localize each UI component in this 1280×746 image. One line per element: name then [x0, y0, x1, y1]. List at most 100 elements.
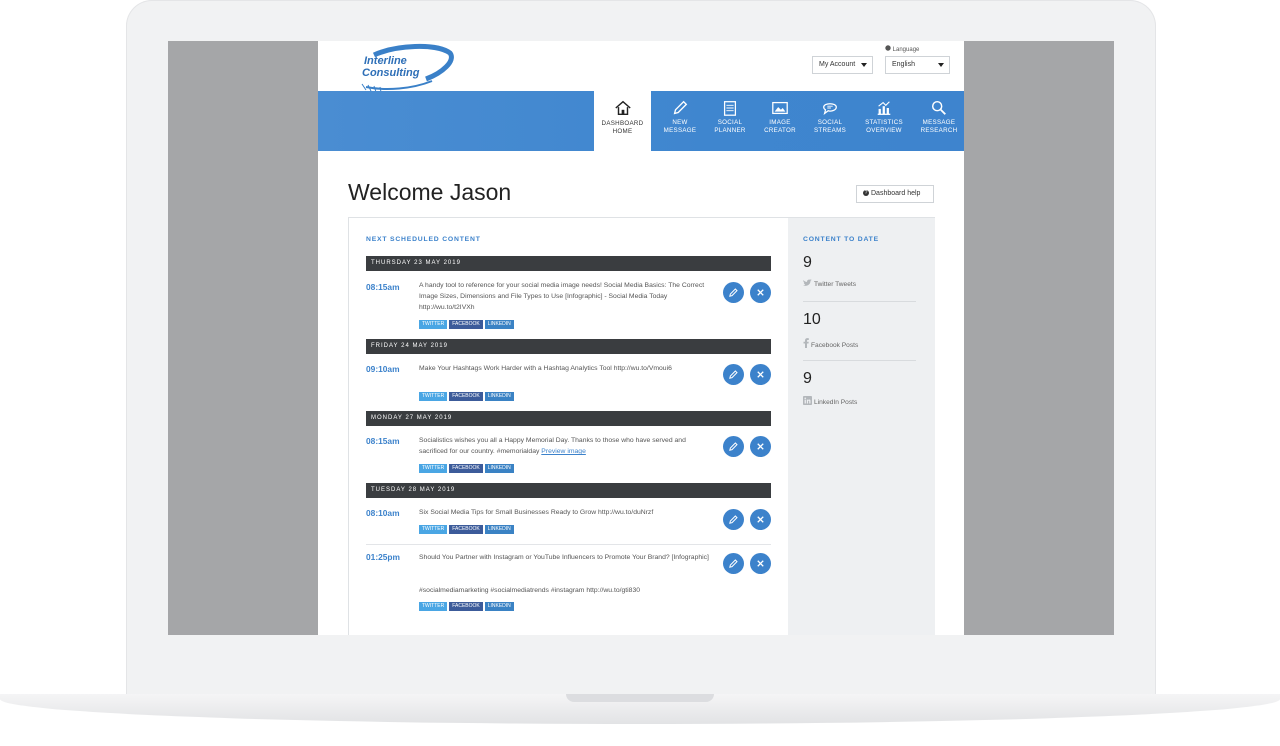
laptop-screen: Interline Consulting My Account Language…: [168, 41, 1114, 635]
linkedin-count: 9: [803, 370, 812, 387]
pencil-icon: [729, 288, 738, 297]
entry-tags: TWITTER FACEBOOK LINKEDIN: [419, 602, 516, 611]
pencil-icon: [729, 442, 738, 451]
content-to-date-title: CONTENT TO DATE: [803, 236, 879, 243]
facebook-icon: [803, 338, 809, 348]
pencil-icon: [729, 370, 738, 379]
nav-image-creator[interactable]: IMAGE CREATOR: [755, 91, 805, 151]
edit-button[interactable]: [723, 553, 744, 574]
language-value: English: [892, 61, 915, 68]
entry-tags: TWITTER FACEBOOK LINKEDIN: [419, 464, 516, 473]
facebook-tag: FACEBOOK: [449, 602, 483, 611]
nav-social-planner[interactable]: SOCIAL PLANNER: [705, 91, 755, 151]
language-dropdown[interactable]: English: [885, 56, 950, 74]
linkedin-icon: [803, 396, 812, 405]
interline-logo[interactable]: Interline Consulting: [356, 43, 456, 93]
twitter-count: 9: [803, 254, 812, 271]
entry-time: 09:10am: [366, 364, 400, 374]
entry-tags: TWITTER FACEBOOK LINKEDIN: [419, 392, 516, 401]
date-header: FRIDAY 24 MAY 2019: [366, 339, 771, 354]
laptop-notch: [566, 694, 714, 702]
delete-button[interactable]: [750, 282, 771, 303]
entry-time: 08:10am: [366, 508, 400, 518]
page-title: Welcome Jason: [348, 179, 512, 205]
image-icon: [772, 101, 788, 115]
twitter-tag: TWITTER: [419, 464, 448, 473]
calendar-icon: [723, 101, 737, 116]
twitter-tag: TWITTER: [419, 392, 448, 401]
edit-button[interactable]: [723, 364, 744, 385]
my-account-dropdown[interactable]: My Account: [812, 56, 873, 74]
linkedin-tag: LINKEDIN: [484, 392, 514, 401]
logo-text-line1: Interline: [364, 55, 407, 67]
entry-text: Socialistics wishes you all a Happy Memo…: [419, 437, 686, 455]
close-icon: [757, 443, 764, 450]
facebook-tag: FACEBOOK: [449, 320, 483, 329]
close-icon: [757, 560, 764, 567]
twitter-icon: [803, 279, 812, 286]
delete-button[interactable]: [750, 436, 771, 457]
linkedin-tag: LINKEDIN: [484, 525, 514, 534]
my-account-label: My Account: [819, 61, 856, 68]
entry-time: 01:25pm: [366, 552, 400, 562]
question-icon: ?: [863, 190, 869, 197]
twitter-tag: TWITTER: [419, 602, 448, 611]
delete-button[interactable]: [750, 509, 771, 530]
language-label: Language: [885, 45, 919, 53]
facebook-count: 10: [803, 311, 821, 328]
edit-button[interactable]: [723, 436, 744, 457]
chevron-down-icon: [861, 63, 867, 67]
pencil-icon: [729, 515, 738, 524]
edit-button[interactable]: [723, 282, 744, 303]
entry-time: 08:15am: [366, 436, 400, 446]
logo-text-line2: Consulting: [362, 67, 420, 79]
dashboard-help-button[interactable]: ? Dashboard help: [856, 185, 934, 203]
close-icon: [757, 371, 764, 378]
nav-social-streams[interactable]: SOCIAL STREAMS: [805, 91, 855, 151]
date-header: MONDAY 27 MAY 2019: [366, 411, 771, 426]
close-icon: [757, 516, 764, 523]
scheduled-content-title: NEXT SCHEDULED CONTENT: [366, 236, 481, 243]
stat-divider: [803, 301, 916, 302]
close-icon: [757, 289, 764, 296]
entry-text: A handy tool to reference for your socia…: [419, 282, 705, 311]
facebook-tag: FACEBOOK: [449, 464, 483, 473]
pencil-icon: [673, 100, 688, 115]
linkedin-tag: LINKEDIN: [484, 320, 514, 329]
stat-divider: [803, 360, 916, 361]
entry-tags: TWITTER FACEBOOK LINKEDIN: [419, 525, 516, 534]
entry-hashtags: #socialmediamarketing #socialmediatrends…: [419, 587, 641, 594]
dashboard-page: Interline Consulting My Account Language…: [318, 41, 964, 635]
edit-button[interactable]: [723, 509, 744, 530]
pencil-icon: [729, 559, 738, 568]
date-header: TUESDAY 28 MAY 2019: [366, 483, 771, 498]
entry-text: Six Social Media Tips for Small Business…: [419, 509, 654, 516]
nav-new-message[interactable]: NEW MESSAGE: [655, 91, 705, 151]
nav-statistics-overview[interactable]: STATISTICS OVERVIEW: [859, 91, 909, 151]
entry-divider: [366, 544, 771, 545]
linkedin-tag: LINKEDIN: [484, 602, 514, 611]
delete-button[interactable]: [750, 553, 771, 574]
dashboard-card: NEXT SCHEDULED CONTENT THURSDAY 23 MAY 2…: [348, 217, 935, 635]
linkedin-tag: LINKEDIN: [484, 464, 514, 473]
entry-text: Make Your Hashtags Work Harder with a Ha…: [419, 365, 672, 372]
facebook-tag: FACEBOOK: [449, 392, 483, 401]
chart-icon: [877, 101, 891, 115]
nav-message-research[interactable]: MESSAGE RESEARCH: [914, 91, 964, 151]
search-icon: [931, 100, 946, 115]
twitter-stat-label: Twitter Tweets: [803, 279, 856, 288]
date-header: THURSDAY 23 MAY 2019: [366, 256, 771, 271]
chat-icon: [823, 103, 837, 115]
home-icon: [614, 100, 631, 116]
globe-icon: [885, 45, 891, 51]
preview-image-link[interactable]: Preview image: [541, 448, 586, 455]
content-to-date-panel: CONTENT TO DATE 9 Twitter Tweets 10 Face…: [788, 218, 935, 635]
nav-dashboard-home[interactable]: DASHBOARD HOME: [594, 89, 651, 153]
linkedin-stat-label: LinkedIn Posts: [803, 396, 857, 406]
entry-tags: TWITTER FACEBOOK LINKEDIN: [419, 320, 516, 329]
delete-button[interactable]: [750, 364, 771, 385]
facebook-stat-label: Facebook Posts: [803, 338, 858, 349]
entry-text: Should You Partner with Instagram or You…: [419, 554, 709, 561]
chevron-down-icon: [938, 63, 944, 67]
facebook-tag: FACEBOOK: [449, 525, 483, 534]
